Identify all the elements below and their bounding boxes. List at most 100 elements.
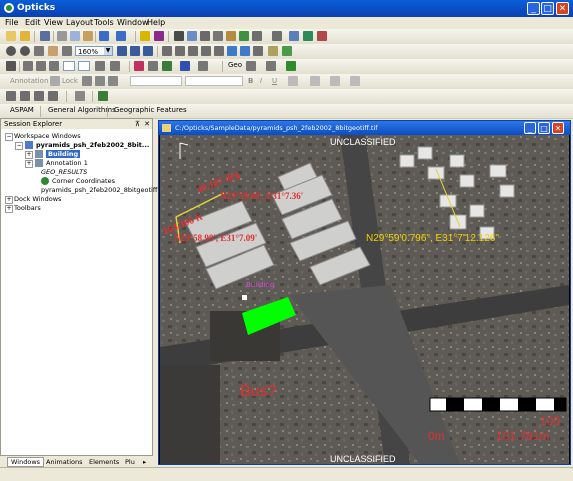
tie-point-icon[interactable] bbox=[162, 61, 172, 71]
tree-geo-results[interactable]: GEO_RESULTS bbox=[41, 168, 87, 176]
rotate-left-icon[interactable] bbox=[188, 46, 198, 56]
italic-button[interactable]: I bbox=[260, 77, 262, 85]
geo-label[interactable]: Geo bbox=[228, 61, 242, 69]
window-list-icon[interactable] bbox=[289, 31, 299, 41]
animation-icon[interactable] bbox=[6, 91, 16, 101]
spectral-icon[interactable] bbox=[98, 91, 108, 101]
menu-edit[interactable]: Edit bbox=[25, 18, 41, 27]
color-combo[interactable] bbox=[63, 61, 75, 71]
zoom-actual-icon[interactable] bbox=[130, 46, 140, 56]
maximize-button[interactable]: □ bbox=[541, 2, 554, 15]
undo-icon[interactable] bbox=[99, 31, 109, 41]
menu-tools[interactable]: Tools bbox=[94, 18, 114, 27]
graphic-options-icon[interactable] bbox=[198, 61, 208, 71]
session-explorer-close[interactable]: ✕ bbox=[144, 119, 150, 129]
invert-icon[interactable] bbox=[110, 61, 120, 71]
mirror-icon[interactable] bbox=[175, 46, 185, 56]
properties-icon[interactable] bbox=[226, 31, 236, 41]
link-icon[interactable] bbox=[213, 31, 223, 41]
tab-animations[interactable]: Animations bbox=[46, 458, 83, 466]
doc-minimize-button[interactable]: _ bbox=[524, 122, 536, 134]
expand-workspace[interactable]: − bbox=[5, 133, 13, 141]
select-icon[interactable] bbox=[282, 46, 292, 56]
pixel-marker-icon[interactable] bbox=[253, 46, 263, 56]
stop-icon[interactable] bbox=[34, 91, 44, 101]
line-color-icon[interactable] bbox=[310, 76, 320, 86]
georef-icon[interactable] bbox=[246, 61, 256, 71]
rotate-icon[interactable] bbox=[62, 46, 72, 56]
tab-windows[interactable]: Windows bbox=[7, 457, 45, 467]
tree-corner-coordinates[interactable]: Corner Coordinates bbox=[52, 177, 115, 185]
tree-annotation-layer[interactable]: Annotation 1 bbox=[46, 159, 88, 167]
zoom-combo[interactable]: 160% ▼ bbox=[75, 46, 113, 56]
pin-icon[interactable]: ⊼ bbox=[135, 119, 140, 129]
chip-icon[interactable] bbox=[239, 31, 249, 41]
tree-dock-windows[interactable]: Dock Windows bbox=[14, 195, 61, 203]
tab-plugins[interactable]: Plu bbox=[125, 458, 135, 466]
print-icon[interactable] bbox=[40, 31, 50, 41]
expand-dock[interactable]: + bbox=[5, 196, 13, 204]
erase-aoi-icon[interactable] bbox=[134, 61, 144, 71]
shape-combo[interactable] bbox=[78, 61, 90, 71]
fill-color-icon[interactable] bbox=[330, 76, 340, 86]
geographic-features-button[interactable]: Geographic Features bbox=[114, 106, 187, 114]
rotate-right-icon[interactable] bbox=[201, 46, 211, 56]
tree-view-name[interactable]: pyramids_psh_2feb2002_8bit... bbox=[36, 141, 149, 149]
cascade-icon[interactable] bbox=[272, 31, 282, 41]
chip-window-icon[interactable] bbox=[268, 46, 278, 56]
navigate-icon[interactable] bbox=[227, 46, 237, 56]
zoom-window-icon[interactable] bbox=[143, 46, 153, 56]
satellite-image-view[interactable]: UNCLASSIFIED UNCLASSIFIED 49.187 deg 164… bbox=[160, 135, 569, 464]
paste-icon[interactable] bbox=[83, 31, 93, 41]
message-log-icon[interactable] bbox=[317, 31, 327, 41]
menu-window[interactable]: Window bbox=[117, 18, 149, 27]
layers-icon[interactable] bbox=[174, 31, 184, 41]
tree-building-layer[interactable]: Building bbox=[46, 150, 81, 158]
overview-icon[interactable] bbox=[200, 31, 210, 41]
zoom-in-icon[interactable] bbox=[6, 46, 16, 56]
graphic-color-icon[interactable] bbox=[180, 61, 190, 71]
tab-scroll-arrow[interactable]: ▸ bbox=[143, 458, 146, 466]
font-size-combo[interactable] bbox=[185, 76, 243, 86]
zoom-to-fit-icon[interactable] bbox=[117, 46, 127, 56]
close-button[interactable]: ✕ bbox=[556, 2, 569, 15]
search-icon[interactable] bbox=[266, 61, 276, 71]
aspam-button[interactable]: ASPAM bbox=[10, 106, 34, 114]
geo-marker-icon[interactable] bbox=[286, 61, 296, 71]
expand-annotation[interactable]: + bbox=[25, 160, 33, 168]
step-icon[interactable] bbox=[48, 91, 58, 101]
lock-icon[interactable] bbox=[50, 76, 60, 86]
text-color-icon[interactable] bbox=[288, 76, 298, 86]
fill-icon[interactable] bbox=[49, 61, 59, 71]
expand-toolbars[interactable]: + bbox=[5, 205, 13, 213]
session-explorer-icon[interactable] bbox=[303, 31, 313, 41]
zoom-rect-icon[interactable] bbox=[34, 46, 44, 56]
flip-icon[interactable] bbox=[162, 46, 172, 56]
menu-file[interactable]: File bbox=[5, 18, 18, 27]
line-style-icon[interactable] bbox=[350, 76, 360, 86]
toggle-icon[interactable] bbox=[95, 61, 105, 71]
measure-icon[interactable] bbox=[240, 46, 250, 56]
reset-icon[interactable] bbox=[214, 46, 224, 56]
underline-button[interactable]: U bbox=[272, 77, 277, 85]
tree-raster-layer[interactable]: pyramids_psh_2feb2002_8bitgeotiff.tif bbox=[41, 186, 166, 194]
histogram-icon[interactable] bbox=[187, 31, 197, 41]
help-icon[interactable] bbox=[140, 31, 150, 41]
cut-icon[interactable] bbox=[57, 31, 67, 41]
tree-toolbars[interactable]: Toolbars bbox=[14, 204, 41, 212]
copy-icon[interactable] bbox=[70, 31, 80, 41]
doc-maximize-button[interactable]: □ bbox=[538, 122, 550, 134]
redo-icon[interactable] bbox=[116, 31, 126, 41]
select-object-icon[interactable] bbox=[82, 76, 92, 86]
pan-icon[interactable] bbox=[48, 46, 58, 56]
doc-close-button[interactable]: ✕ bbox=[552, 122, 564, 134]
tile-icon[interactable] bbox=[252, 31, 262, 41]
group-icon[interactable] bbox=[108, 76, 118, 86]
bold-button[interactable]: B bbox=[248, 77, 253, 85]
brush-icon[interactable] bbox=[36, 61, 46, 71]
minimize-button[interactable]: _ bbox=[527, 2, 540, 15]
play-icon[interactable] bbox=[20, 91, 30, 101]
expand-building[interactable]: + bbox=[25, 151, 33, 159]
pencil-icon[interactable] bbox=[6, 61, 16, 71]
tree-workspace-windows[interactable]: Workspace Windows bbox=[14, 132, 81, 140]
